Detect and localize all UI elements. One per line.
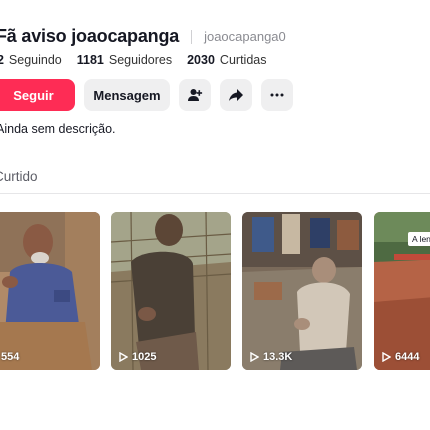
video-thumbnail[interactable]: 13.3K	[242, 212, 362, 370]
stat-likes-label: Curtidas	[219, 53, 267, 67]
video-views-count: 1025	[132, 351, 157, 363]
display-name: Fã aviso joaocapanga	[0, 26, 180, 46]
video-views-count: 13.3K	[263, 351, 293, 363]
username: joaocapanga0	[204, 29, 286, 44]
stat-following-count: 52	[0, 53, 4, 67]
play-icon	[250, 352, 259, 362]
tab-liked[interactable]: Curtido	[0, 169, 38, 184]
stat-following[interactable]: 52 Seguindo	[0, 53, 62, 67]
add-friend-icon	[188, 89, 203, 101]
video-thumbnail-image	[0, 212, 100, 370]
video-thumbnail[interactable]: 554	[0, 212, 100, 370]
stat-followers[interactable]: 1181 Seguidores	[77, 53, 172, 67]
profile-bio: Ainda sem descrição.	[0, 122, 116, 136]
play-icon	[119, 352, 128, 362]
message-button[interactable]: Mensagem	[84, 79, 170, 111]
profile-header: Fã aviso joaocapanga joaocapanga0	[0, 26, 286, 47]
more-icon	[270, 93, 284, 97]
play-icon	[382, 352, 391, 362]
stat-followers-count: 1181	[76, 53, 104, 67]
profile-page: Fã aviso joaocapanga joaocapanga0 52 Segu…	[0, 0, 430, 430]
video-views-count: 554	[1, 351, 20, 363]
follow-button[interactable]: Seguir	[0, 79, 75, 111]
stat-likes-count: 2030	[187, 53, 215, 67]
profile-stats: 52 Seguindo 1181 Seguidores 2030 Curtidas	[0, 53, 281, 67]
tab-divider	[0, 193, 430, 194]
stat-followers-label: Seguidores	[108, 53, 173, 67]
stat-likes: 2030 Curtidas	[187, 53, 266, 67]
add-friend-button[interactable]	[179, 79, 211, 111]
header-separator	[191, 29, 193, 44]
profile-actions: Seguir Mensagem	[0, 79, 302, 111]
video-overlay-text: A lenda	[408, 232, 430, 246]
share-button[interactable]	[220, 79, 252, 111]
video-views: 1025	[119, 351, 156, 363]
video-views: 6444	[382, 351, 419, 363]
video-thumbnail-image	[111, 212, 231, 370]
video-views: 13.3K	[250, 351, 292, 363]
video-thumbnail[interactable]: 1025	[111, 212, 231, 370]
video-views: 554	[0, 351, 19, 363]
video-views-count: 6444	[395, 351, 420, 363]
video-thumbnail[interactable]: A lenda 6444	[374, 212, 430, 370]
stat-following-label: Seguindo	[8, 53, 62, 67]
video-thumbnail-image	[242, 212, 362, 370]
share-icon	[229, 89, 243, 101]
more-button[interactable]	[261, 79, 293, 111]
